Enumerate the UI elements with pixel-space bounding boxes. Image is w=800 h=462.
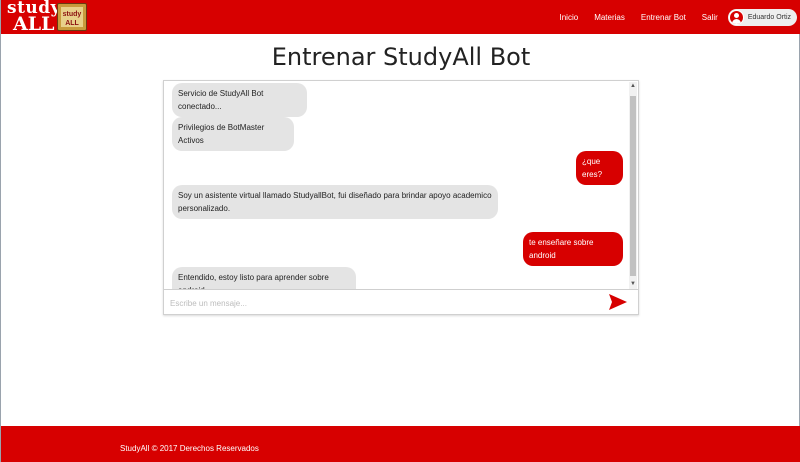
send-icon[interactable]	[608, 293, 628, 311]
studyall-logo[interactable]: study ALL study ALL	[5, 0, 89, 35]
book-text-1: study	[62, 11, 82, 18]
message-input-row	[164, 289, 638, 315]
user-name: Eduardo Ortiz	[747, 13, 791, 21]
book-text-2: ALL	[65, 20, 79, 27]
logo-text-bottom: ALL	[13, 13, 55, 35]
chat-message-bot: Privilegios de BotMaster Activos	[172, 117, 294, 151]
chat-message-user: ¿que eres?	[576, 151, 623, 185]
message-list: Servicio de StudyAll Bot conectado... Pr…	[164, 81, 629, 289]
scroll-down-arrow-icon[interactable]: ▼	[629, 280, 637, 289]
navbar: study ALL study ALL Inicio Materias Entre…	[1, 0, 800, 35]
chat-message-bot: Soy un asistente virtual llamado Studyal…	[172, 185, 498, 219]
chat-message-bot: Entendido, estoy listo para aprender sob…	[172, 267, 356, 289]
nav-links: Inicio Materias Entrenar Bot Salir Eduar…	[544, 0, 797, 34]
nav-link-materias[interactable]: Materias	[594, 13, 625, 22]
chat-message-user: te enseñare sobre android	[523, 232, 623, 266]
scroll-thumb[interactable]	[630, 96, 636, 276]
footer-copyright: StudyAll © 2017 Derechos Reservados	[120, 444, 259, 453]
user-menu[interactable]: Eduardo Ortiz	[727, 8, 797, 26]
message-input[interactable]	[168, 294, 592, 313]
nav-link-inicio[interactable]: Inicio	[560, 13, 579, 22]
nav-link-salir[interactable]: Salir	[702, 13, 718, 22]
book-icon: study ALL	[57, 3, 87, 31]
footer: StudyAll © 2017 Derechos Reservados	[1, 426, 800, 462]
user-icon	[728, 9, 744, 25]
nav-link-entrenar-bot[interactable]: Entrenar Bot	[641, 13, 686, 22]
chat-message-bot: Servicio de StudyAll Bot conectado...	[172, 83, 307, 117]
page-title: Entrenar StudyAll Bot	[271, 43, 531, 71]
chat-scrollbar[interactable]: ▲ ▼	[629, 82, 637, 289]
chat-box: Servicio de StudyAll Bot conectado... Pr…	[163, 80, 639, 315]
scroll-up-arrow-icon[interactable]: ▲	[629, 82, 637, 91]
